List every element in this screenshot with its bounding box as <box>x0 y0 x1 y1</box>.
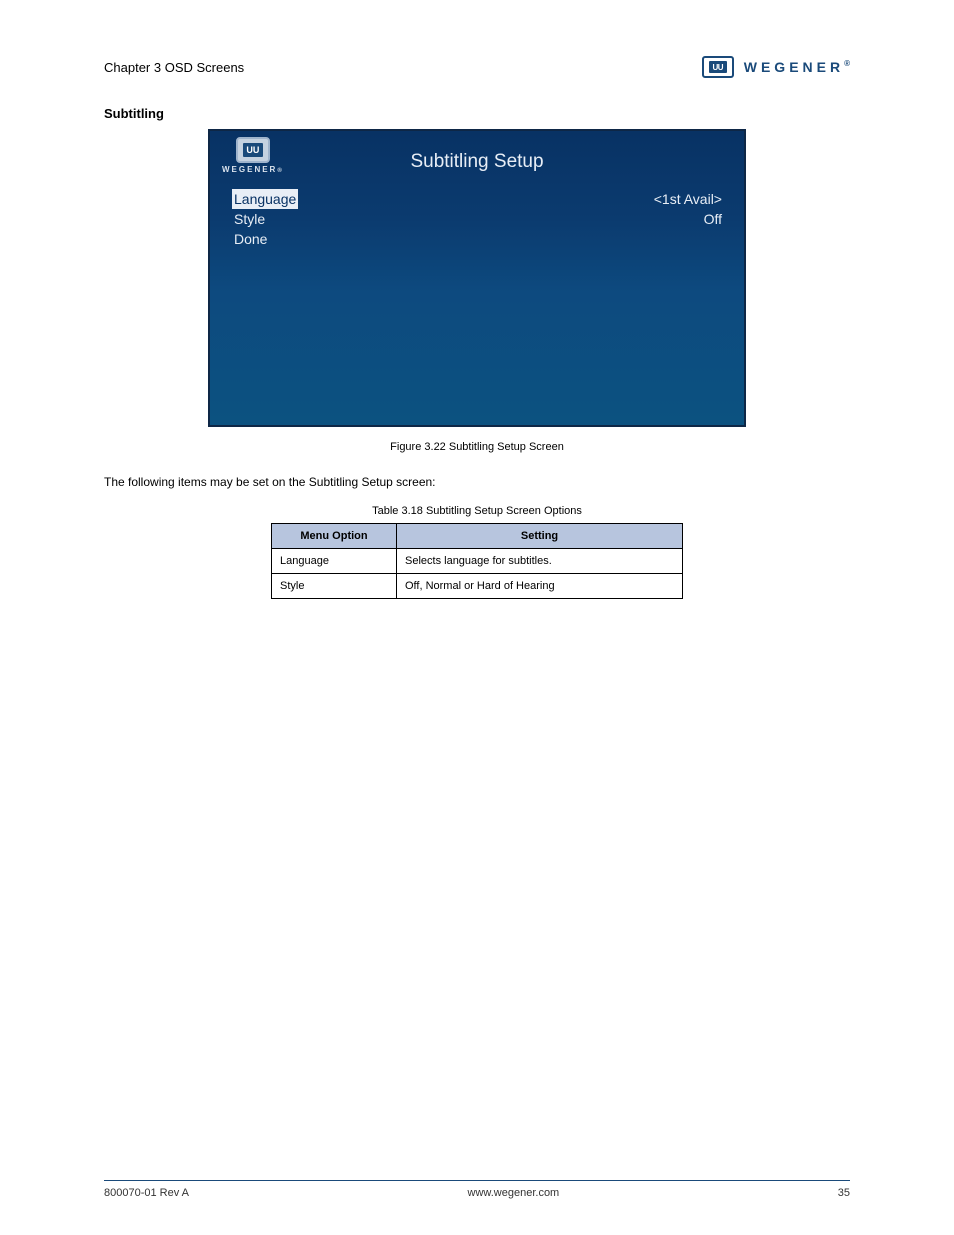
intro-text: The following items may be set on the Su… <box>104 473 850 491</box>
figure-caption: Figure 3.22 Subtitling Setup Screen <box>104 441 850 453</box>
section-heading-subtitling: Subtitling <box>104 106 850 121</box>
menu-row-style[interactable]: Style Off <box>232 209 722 229</box>
table-row: Style Off, Normal or Hard of Hearing <box>272 574 683 599</box>
table-cell: Selects language for subtitles. <box>397 549 683 574</box>
menu-label-language: Language <box>232 189 298 209</box>
footer-doc-rev: 800070-01 Rev A <box>104 1187 189 1199</box>
subtitling-options-table: Menu Option Setting Language Selects lan… <box>271 523 683 599</box>
menu-row-language[interactable]: Language <1st Avail> <box>232 189 722 209</box>
ui-screen-title: Subtitling Setup <box>210 151 744 173</box>
table-row: Language Selects language for subtitles. <box>272 549 683 574</box>
table-cell: Off, Normal or Hard of Hearing <box>397 574 683 599</box>
chapter-label: Chapter 3 OSD Screens <box>104 60 244 75</box>
footer-url: www.wegener.com <box>468 1187 560 1199</box>
menu-label-style: Style <box>232 209 267 229</box>
table-header-option: Menu Option <box>272 524 397 549</box>
menu-row-done[interactable]: Done <box>232 229 722 249</box>
menu-value-style: Off <box>704 209 722 229</box>
brand-badge-icon: UU <box>702 56 734 78</box>
brand-logo: UU WEGENER® <box>702 56 850 78</box>
table-caption: Table 3.18 Subtitling Setup Screen Optio… <box>104 505 850 517</box>
table-cell: Style <box>272 574 397 599</box>
subtitling-setup-screen: UU WEGENER® Subtitling Setup Language <1… <box>208 129 746 427</box>
brand-text: WEGENER® <box>744 59 850 75</box>
table-header-setting: Setting <box>397 524 683 549</box>
table-cell: Language <box>272 549 397 574</box>
ui-menu: Language <1st Avail> Style Off Done <box>232 189 722 249</box>
menu-label-done: Done <box>232 229 269 249</box>
page-footer: 800070-01 Rev A www.wegener.com 35 <box>104 1180 850 1199</box>
footer-page-number: 35 <box>838 1187 850 1199</box>
page-header: Chapter 3 OSD Screens UU WEGENER® <box>104 56 850 78</box>
table-header-row: Menu Option Setting <box>272 524 683 549</box>
menu-value-language: <1st Avail> <box>654 189 722 209</box>
